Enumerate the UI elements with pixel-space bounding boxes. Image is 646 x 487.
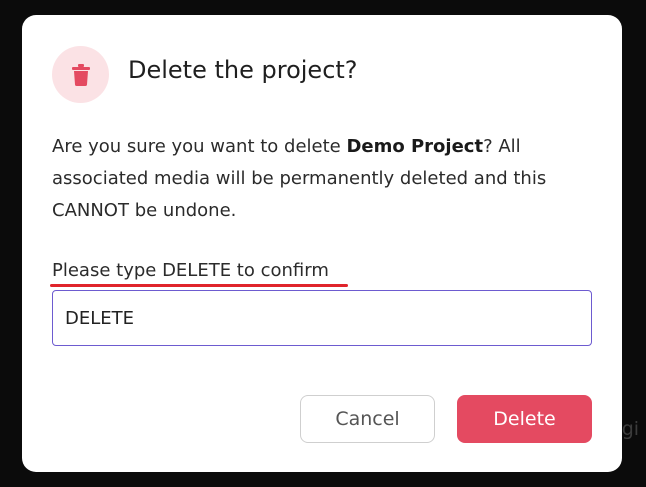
delete-project-dialog: Delete the project? Are you sure you wan… bbox=[22, 15, 622, 472]
confirm-delete-input[interactable] bbox=[52, 290, 592, 346]
confirm-label: Please type DELETE to confirm bbox=[52, 260, 329, 281]
dialog-message: Are you sure you want to delete Demo Pro… bbox=[52, 131, 597, 227]
delete-button[interactable]: Delete bbox=[457, 395, 592, 443]
trash-icon bbox=[71, 63, 90, 86]
trash-icon-badge bbox=[52, 46, 109, 103]
annotation-underline bbox=[50, 284, 348, 287]
project-name: Demo Project bbox=[346, 136, 484, 157]
cancel-button[interactable]: Cancel bbox=[300, 395, 435, 443]
dialog-title: Delete the project? bbox=[128, 56, 358, 84]
message-prefix: Are you sure you want to delete bbox=[52, 136, 347, 157]
